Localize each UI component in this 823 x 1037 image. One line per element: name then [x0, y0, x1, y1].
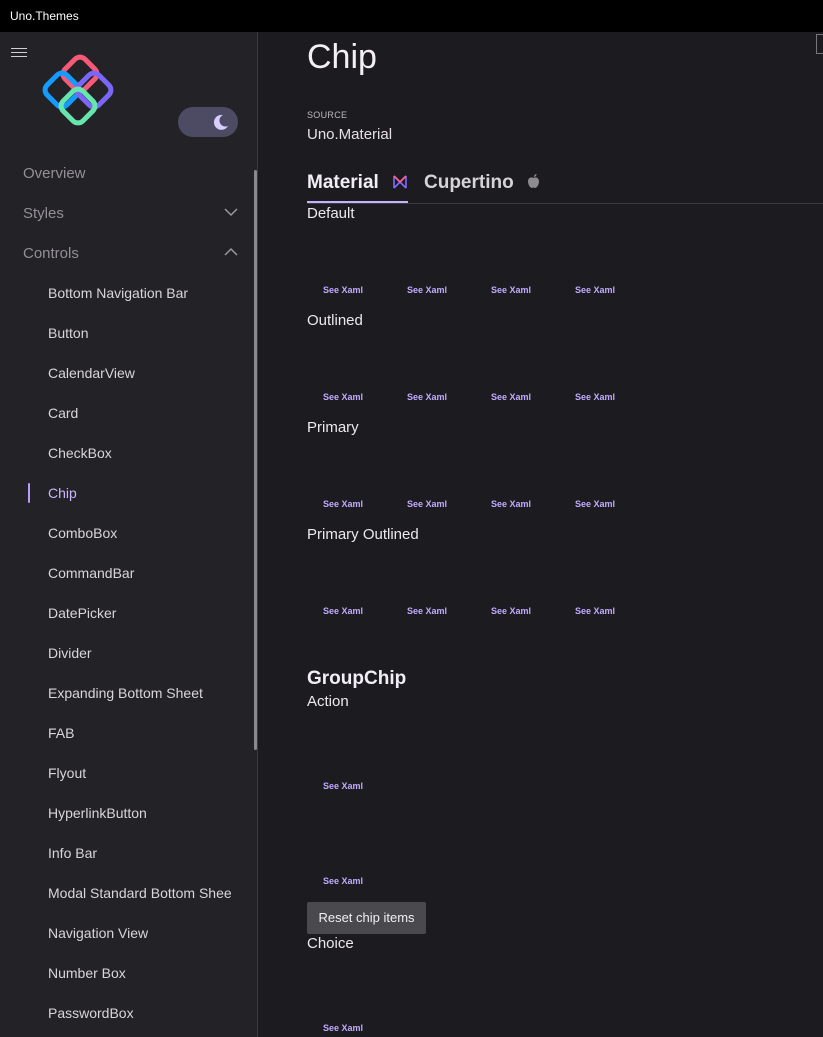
sidebar-item-label: Flyout: [48, 765, 87, 781]
see-xaml-link[interactable]: See Xaml: [323, 499, 363, 509]
see-xaml-link[interactable]: See Xaml: [323, 1023, 363, 1033]
sidebar-item-calendarview[interactable]: CalendarView: [0, 353, 256, 393]
theme-toggle[interactable]: [178, 107, 238, 137]
material-icon: [393, 175, 407, 189]
see-xaml-link[interactable]: See Xaml: [407, 606, 447, 616]
uno-logo: [42, 54, 114, 126]
sidebar-item-info-bar[interactable]: Info Bar: [0, 833, 256, 873]
tab-divider: [307, 203, 823, 204]
see-xaml-link[interactable]: See Xaml: [323, 876, 363, 886]
sidebar-item-label: Modal Standard Bottom Shee: [48, 885, 232, 901]
sidebar-item-label: FAB: [48, 725, 75, 741]
section-title-primary: Primary: [307, 419, 359, 436]
see-xaml-link[interactable]: See Xaml: [407, 499, 447, 509]
sidebar-item-card[interactable]: Card: [0, 393, 256, 433]
group-chip-heading: GroupChip: [307, 668, 407, 689]
sidebar-item-label: Button: [48, 325, 89, 341]
sidebar-item-fab[interactable]: FAB: [0, 713, 256, 753]
see-xaml-link[interactable]: See Xaml: [575, 392, 615, 402]
tab-label: Cupertino: [424, 172, 514, 193]
sidebar-item-hyperlinkbutton[interactable]: HyperlinkButton: [0, 793, 256, 833]
sidebar-item-label: Navigation View: [48, 925, 149, 941]
see-xaml-link[interactable]: See Xaml: [491, 499, 531, 509]
sidebar-item-label: Card: [48, 405, 79, 421]
sidebar-item-label: Divider: [48, 645, 92, 661]
page-title: Chip: [307, 38, 377, 76]
see-xaml-link[interactable]: See Xaml: [491, 392, 531, 402]
source-label: SOURCE: [307, 110, 348, 120]
sidebar-item-label: Chip: [48, 485, 77, 501]
sidebar-item-label: Expanding Bottom Sheet: [48, 685, 203, 701]
sidebar-item-navigation-view[interactable]: Navigation View: [0, 913, 256, 953]
sidebar-item-passwordbox[interactable]: PasswordBox: [0, 993, 256, 1033]
chevron-down-icon: [224, 208, 238, 217]
sidebar-item-chip[interactable]: Chip: [0, 473, 256, 513]
sidebar-item-label: Bottom Navigation Bar: [48, 285, 189, 301]
sidebar-item-controls[interactable]: Controls: [0, 233, 256, 273]
sidebar-item-label: HyperlinkButton: [48, 805, 147, 821]
see-xaml-link[interactable]: See Xaml: [491, 606, 531, 616]
window-corner-icon: [816, 34, 823, 54]
see-xaml-link[interactable]: See Xaml: [323, 781, 363, 791]
sidebar-item-label: Overview: [23, 165, 86, 182]
sidebar-item-checkbox[interactable]: CheckBox: [0, 433, 256, 473]
sidebar-scrollbar[interactable]: [254, 170, 257, 750]
content-area: Chip SOURCE Uno.Material Material Cupert…: [259, 32, 823, 1037]
sidebar-item-label: CalendarView: [48, 365, 135, 381]
tab-cupertino[interactable]: Cupertino: [424, 172, 549, 202]
sidebar-item-styles[interactable]: Styles: [0, 193, 256, 233]
source-value: Uno.Material: [307, 126, 393, 143]
tab-material[interactable]: Material: [307, 172, 408, 202]
sidebar: Overview Styles Controls Bottom Navigati…: [0, 32, 258, 1037]
see-xaml-link[interactable]: See Xaml: [323, 392, 363, 402]
tab-label: Material: [307, 172, 379, 193]
moon-icon: [213, 114, 228, 130]
sidebar-item-divider[interactable]: Divider: [0, 633, 256, 673]
sidebar-item-label: PasswordBox: [48, 1005, 134, 1021]
see-xaml-link[interactable]: See Xaml: [491, 285, 531, 295]
sidebar-item-label: Styles: [23, 205, 64, 222]
sidebar-item-label: DatePicker: [48, 605, 117, 621]
see-xaml-link[interactable]: See Xaml: [323, 606, 363, 616]
sidebar-item-flyout[interactable]: Flyout: [0, 753, 256, 793]
sidebar-item-modal-standard-bottom-sheet[interactable]: Modal Standard Bottom Shee: [0, 873, 256, 913]
selection-indicator: [28, 483, 30, 503]
section-title-action: Action: [307, 693, 349, 710]
apple-icon: [528, 174, 539, 188]
see-xaml-link[interactable]: See Xaml: [575, 285, 615, 295]
hamburger-menu-icon[interactable]: [11, 48, 27, 58]
sidebar-item-label: CommandBar: [48, 565, 135, 581]
see-xaml-link[interactable]: See Xaml: [407, 285, 447, 295]
section-title-choice: Choice: [307, 935, 354, 952]
sidebar-item-label: Number Box: [48, 965, 126, 981]
section-title-outlined: Outlined: [307, 312, 363, 329]
sidebar-item-overview[interactable]: Overview: [0, 153, 256, 193]
sidebar-item-label: ComboBox: [48, 525, 118, 541]
sidebar-item-bottom-navigation-bar[interactable]: Bottom Navigation Bar: [0, 273, 256, 313]
section-title-default: Default: [307, 205, 355, 222]
title-bar: Uno.Themes: [0, 0, 823, 32]
reset-chip-items-button[interactable]: Reset chip items: [307, 902, 426, 934]
app-title: Uno.Themes: [10, 9, 79, 23]
sidebar-item-label: Controls: [23, 245, 79, 262]
chevron-up-icon: [224, 247, 238, 256]
see-xaml-link[interactable]: See Xaml: [575, 606, 615, 616]
sidebar-item-expanding-bottom-sheet[interactable]: Expanding Bottom Sheet: [0, 673, 256, 713]
see-xaml-link[interactable]: See Xaml: [407, 392, 447, 402]
sidebar-item-number-box[interactable]: Number Box: [0, 953, 256, 993]
sidebar-item-datepicker[interactable]: DatePicker: [0, 593, 256, 633]
section-title-primary-outlined: Primary Outlined: [307, 526, 419, 543]
sidebar-item-label: Info Bar: [48, 845, 98, 861]
see-xaml-link[interactable]: See Xaml: [323, 285, 363, 295]
see-xaml-link[interactable]: See Xaml: [575, 499, 615, 509]
sidebar-item-button[interactable]: Button: [0, 313, 256, 353]
sidebar-item-commandbar[interactable]: CommandBar: [0, 553, 256, 593]
sidebar-item-combobox[interactable]: ComboBox: [0, 513, 256, 553]
sidebar-item-label: CheckBox: [48, 445, 112, 461]
